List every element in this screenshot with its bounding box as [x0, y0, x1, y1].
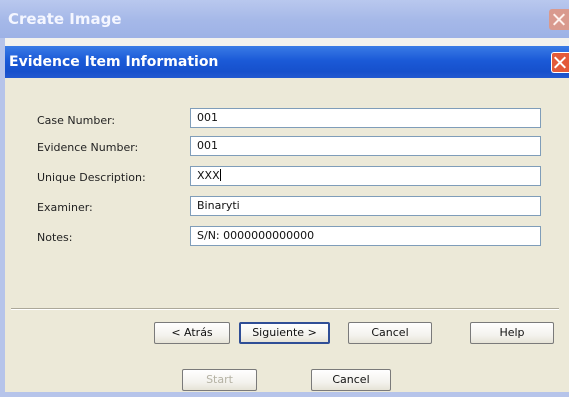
create-image-frame-bottom — [0, 392, 569, 397]
dialog-separator — [11, 308, 559, 310]
start-button: Start — [182, 369, 257, 391]
evidence-number-label: Evidence Number: — [37, 141, 139, 154]
create-image-close-icon[interactable] — [549, 9, 569, 30]
evidence-item-dialog: Evidence Item Information Case Number: 0… — [5, 46, 569, 366]
examiner-label: Examiner: — [37, 201, 93, 214]
dialog-titlebar[interactable]: Evidence Item Information — [5, 46, 569, 78]
case-number-input[interactable]: 001 — [190, 108, 541, 128]
examiner-input[interactable]: Binaryti — [190, 196, 541, 216]
unique-description-input[interactable]: XXX — [190, 166, 541, 186]
dialog-cancel-button[interactable]: Cancel — [348, 322, 432, 344]
unique-description-label: Unique Description: — [37, 171, 146, 184]
create-image-button-strip: Start Cancel — [5, 366, 569, 392]
unique-description-value: XXX — [197, 169, 220, 182]
back-button[interactable]: < Atrás — [154, 322, 230, 344]
create-image-title: Create Image — [8, 10, 122, 28]
notes-label: Notes: — [37, 231, 73, 244]
text-cursor — [220, 169, 221, 182]
create-image-titlebar: Create Image — [0, 0, 569, 38]
next-button[interactable]: Siguiente > — [239, 322, 330, 344]
notes-input[interactable]: S/N: 0000000000000 — [190, 226, 541, 246]
help-button[interactable]: Help — [470, 322, 554, 344]
dialog-close-icon[interactable] — [551, 52, 569, 73]
create-image-cancel-button[interactable]: Cancel — [311, 369, 391, 391]
evidence-number-input[interactable]: 001 — [190, 136, 541, 156]
case-number-label: Case Number: — [37, 114, 116, 127]
dialog-title: Evidence Item Information — [9, 54, 219, 70]
